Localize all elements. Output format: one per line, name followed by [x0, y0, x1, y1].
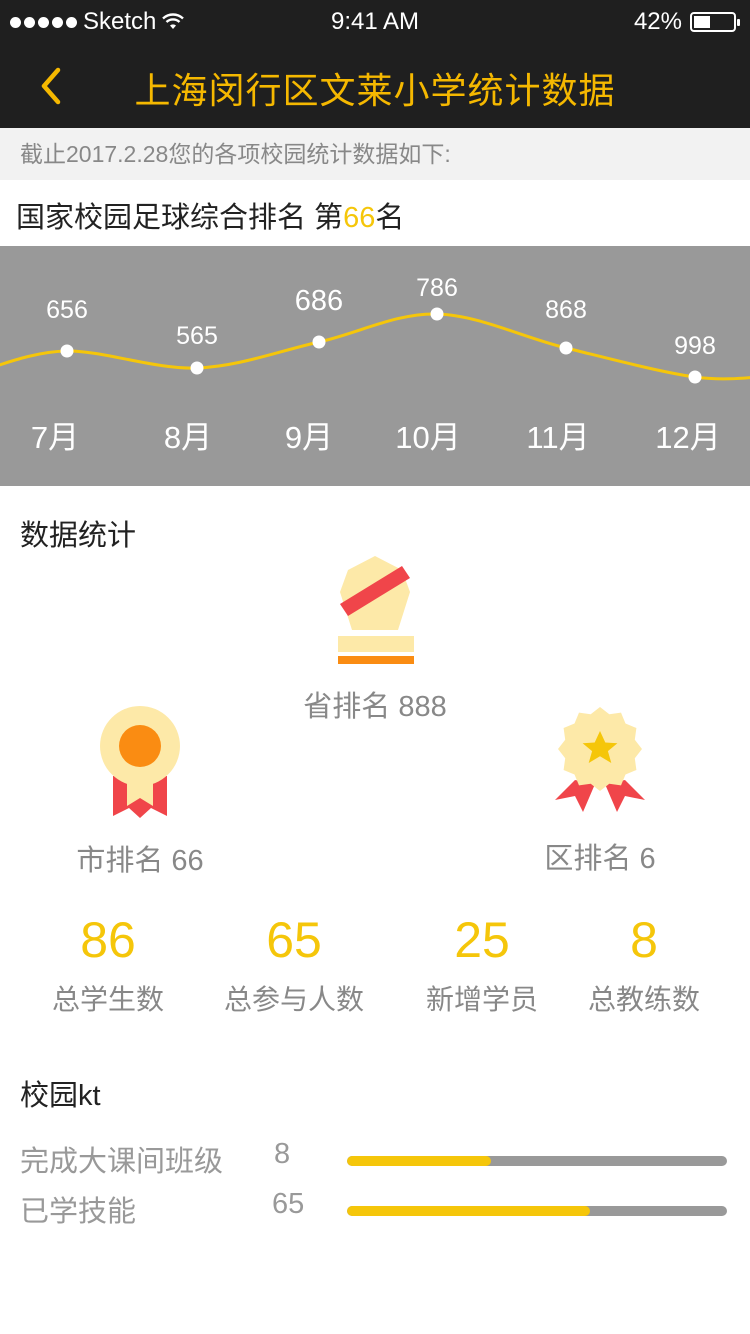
navigation-bar: 上海闵行区文莱小学统计数据 [0, 44, 750, 128]
stat-value: 8 [630, 912, 658, 968]
stat-label: 总教练数 [587, 984, 700, 1015]
line-chart: 656 7月 565 8月 686 9月 786 10月 868 11月 998 12月 [0, 274, 750, 455]
data-label: 656 [46, 296, 88, 324]
x-tick-label: 7月 [31, 420, 79, 455]
province-ranking-label: 省排名 888 [303, 691, 447, 723]
stat-total-coaches: 8 总教练数 [554, 910, 734, 1018]
kt-row-classes: 完成大课间班级 8 [20, 1138, 730, 1178]
kt-progress-bar [347, 1206, 727, 1216]
shield-badge-icon [338, 556, 414, 664]
kt-progress-fill [347, 1206, 591, 1216]
page-title: 上海闵行区文莱小学统计数据 [134, 70, 616, 111]
kt-progress-bar [347, 1156, 727, 1166]
battery-icon [690, 12, 740, 32]
battery-percent: 42% [633, 8, 682, 35]
data-point [190, 361, 204, 375]
city-award: 市排名 66 [40, 706, 240, 879]
stat-label: 总参与人数 [223, 984, 364, 1015]
ranking-suffix: 名 [375, 202, 405, 234]
stat-total-students: 86 总学生数 [18, 910, 198, 1018]
x-tick-label: 11月 [526, 420, 589, 455]
status-right: 42% [633, 8, 740, 36]
data-as-of-note: 截止2017.2.28您的各项校园统计数据如下: [0, 128, 750, 180]
monthly-ranking-chart: 656 7月 565 8月 686 9月 786 10月 868 11月 998 12月 [0, 246, 750, 486]
stat-total-participants: 65 总参与人数 [204, 910, 384, 1018]
kt-row-label: 完成大课间班级 [20, 1146, 224, 1178]
province-award: 省排名 888 [270, 552, 480, 725]
kt-progress-fill [347, 1156, 492, 1166]
x-tick-label: 12月 [655, 420, 720, 455]
x-tick-label: 9月 [285, 420, 333, 455]
national-ranking: 国家校园足球综合排名 第66名 [16, 194, 404, 236]
data-label: 565 [176, 322, 218, 350]
data-point [60, 344, 74, 358]
district-ranking-label: 区排名 6 [544, 843, 656, 875]
ranking-value: 66 [343, 202, 376, 234]
data-label: 786 [416, 274, 458, 302]
city-ranking-label: 市排名 66 [76, 845, 204, 877]
series-line [0, 312, 750, 381]
data-point [688, 370, 702, 384]
kt-row-label: 已学技能 [20, 1196, 137, 1228]
stat-value: 65 [266, 912, 322, 968]
star-rosette-icon [555, 707, 645, 812]
data-point [559, 341, 573, 355]
stat-label: 新增学员 [425, 984, 538, 1015]
stat-value: 25 [454, 912, 510, 968]
data-label: 686 [295, 285, 343, 317]
stats-section-title: 数据统计 [20, 520, 137, 552]
data-point [430, 307, 444, 321]
x-tick-label: 8月 [164, 420, 212, 455]
status-bar: Sketch 9:41 AM 42% [0, 0, 750, 44]
data-label: 998 [674, 332, 716, 360]
kt-row-value: 65 [272, 1188, 305, 1220]
x-tick-label: 10月 [395, 420, 460, 455]
kt-row-value: 8 [274, 1138, 291, 1170]
stat-new-students: 25 新增学员 [392, 910, 572, 1018]
district-award: 区排名 6 [500, 704, 700, 877]
stat-label: 总学生数 [51, 984, 164, 1015]
data-point [312, 335, 326, 349]
medal-icon [100, 706, 180, 818]
data-label: 868 [545, 296, 587, 324]
stat-value: 86 [80, 912, 136, 968]
kt-row-skills: 已学技能 65 [20, 1188, 730, 1228]
kt-section-title: 校园kt [20, 1080, 101, 1112]
ranking-prefix: 国家校园足球综合排名 第 [16, 202, 344, 234]
